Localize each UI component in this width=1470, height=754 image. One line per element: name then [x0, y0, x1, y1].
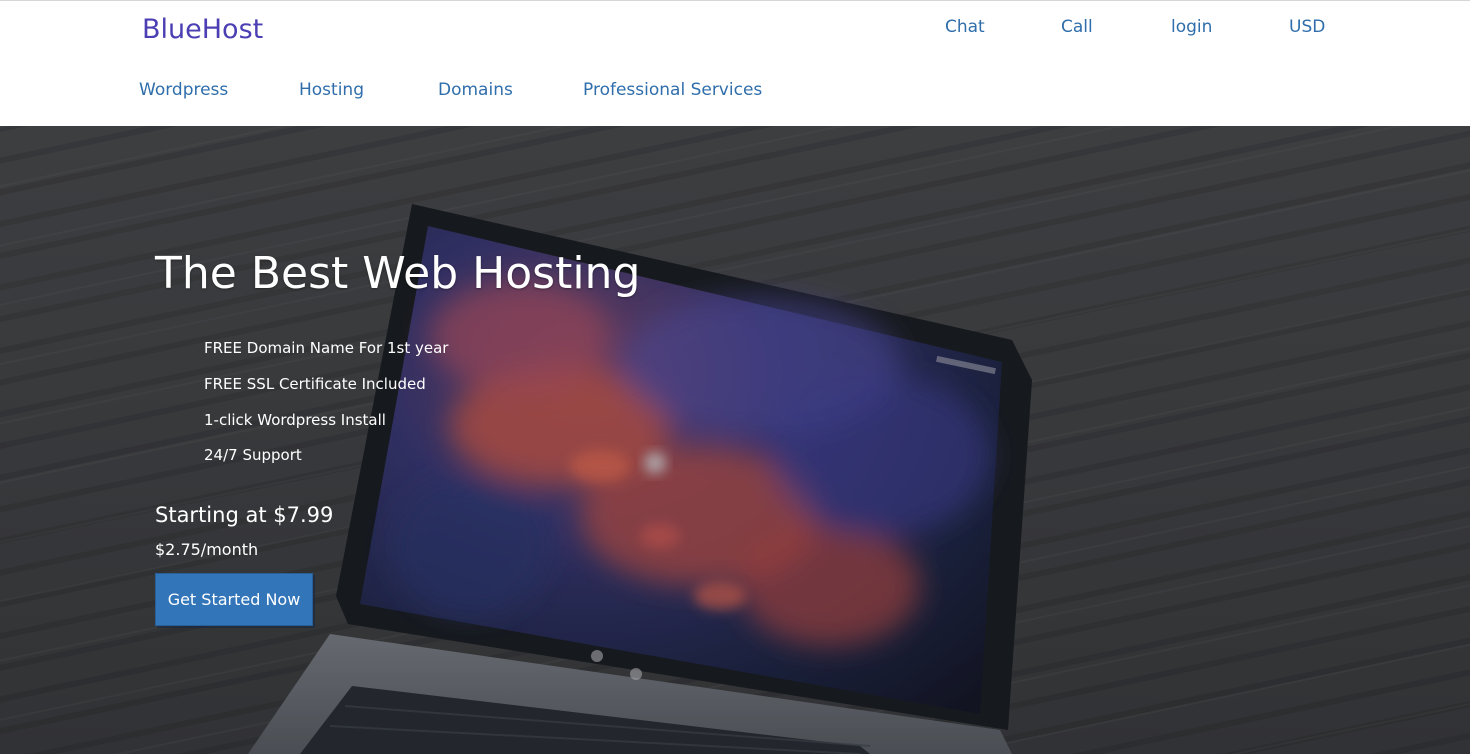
- call-link[interactable]: Call: [1061, 17, 1093, 37]
- chat-link[interactable]: Chat: [945, 17, 985, 37]
- feature-item: FREE Domain Name For 1st year: [204, 339, 449, 357]
- starting-price: Starting at $7.99: [155, 503, 334, 527]
- get-started-button[interactable]: Get Started Now: [155, 573, 313, 626]
- site-header: BlueHost Chat Call login USD Wordpress H…: [0, 0, 1470, 126]
- hero-title: The Best Web Hosting: [155, 248, 641, 299]
- hero-banner: The Best Web Hosting FREE Domain Name Fo…: [0, 126, 1470, 754]
- currency-selector[interactable]: USD: [1289, 17, 1325, 37]
- feature-item: 1-click Wordpress Install: [204, 411, 386, 429]
- brand-logo-link[interactable]: BlueHost: [142, 14, 263, 45]
- nav-item-domains[interactable]: Domains: [438, 80, 513, 100]
- nav-item-wordpress[interactable]: Wordpress: [139, 80, 228, 100]
- feature-item: 24/7 Support: [204, 446, 302, 464]
- nav-item-hosting[interactable]: Hosting: [299, 80, 364, 100]
- monthly-price: $2.75/month: [155, 540, 259, 559]
- hero-content: The Best Web Hosting FREE Domain Name Fo…: [0, 126, 1470, 754]
- feature-item: FREE SSL Certificate Included: [204, 375, 426, 393]
- nav-item-professional-services[interactable]: Professional Services: [583, 80, 762, 100]
- page: BlueHost Chat Call login USD Wordpress H…: [0, 0, 1470, 754]
- login-link[interactable]: login: [1171, 17, 1212, 37]
